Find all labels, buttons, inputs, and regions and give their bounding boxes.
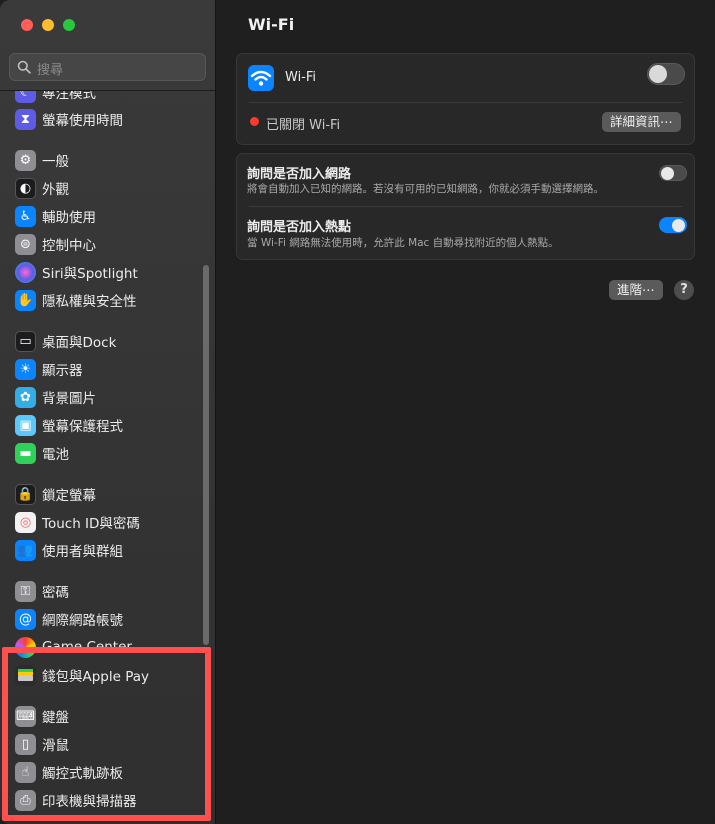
wallpaper-flower-icon: ✿ (15, 386, 36, 408)
users-icon: 👥 (15, 539, 36, 561)
wifi-icon (248, 65, 274, 91)
sidebar-item-control-center[interactable]: ⊜ 控制中心 (15, 232, 96, 256)
wifi-card-separator (249, 102, 682, 103)
hourglass-icon: ⧗ (15, 108, 36, 130)
sidebar-divider (0, 90, 215, 91)
zoom-button[interactable] (63, 19, 75, 31)
window-controls (21, 19, 75, 31)
sidebar-item-screen-time[interactable]: ⧗ 螢幕使用時間 (15, 107, 123, 131)
details-button[interactable]: 詳細資訊⋯ (602, 112, 681, 132)
sidebar-item-mouse[interactable]: ▯ 滑鼠 (15, 732, 69, 756)
ask-join-hotspots-label: 詢問是否加入熱點 (247, 220, 352, 235)
key-icon: ⚿ (15, 580, 36, 602)
ask-join-hotspots-toggle[interactable] (659, 217, 687, 233)
sidebar-item-general[interactable]: ⚙ 一般 (15, 148, 69, 172)
trackpad-icon: ☝ (15, 761, 36, 783)
sidebar-scrollbar[interactable] (203, 265, 209, 645)
help-button[interactable]: ? (674, 280, 694, 300)
advanced-button[interactable]: 進階⋯ (609, 280, 663, 300)
search-input[interactable]: 搜尋 (9, 53, 206, 81)
gear-icon: ⚙ (15, 149, 36, 171)
fingerprint-icon: ◎ (15, 511, 36, 533)
ask-join-hotspots-description: 當 Wi-Fi 網路無法使用時，允許此 Mac 自動尋找附近的個人熱點。 (247, 237, 559, 249)
wifi-card: Wi-Fi 已關閉 Wi-Fi 詳細資訊⋯ (236, 53, 695, 145)
keyboard-icon: ⌨ (15, 705, 36, 727)
join-card-separator (249, 206, 682, 207)
sidebar-item-desktop-dock[interactable]: ▭ 桌面與Dock (15, 329, 116, 353)
siri-icon (15, 261, 36, 283)
sidebar-item-battery[interactable]: ▬ 電池 (15, 441, 69, 465)
ask-join-networks-toggle-knob (661, 167, 674, 180)
sidebar-list: ☾ 專注模式 ⧗ 螢幕使用時間 ⚙ 一般 ◐ 外觀 ♿ 輔助使用 ⊜ 控制中心 (0, 90, 215, 824)
control-center-icon: ⊜ (15, 233, 36, 255)
mouse-icon: ▯ (15, 733, 36, 755)
sidebar: 搜尋 ☾ 專注模式 ⧗ 螢幕使用時間 ⚙ 一般 ◐ 外觀 ♿ 輔助使用 ⊜ 控制… (0, 0, 216, 824)
sidebar-item-game-center[interactable]: Game Center (15, 635, 132, 659)
search-icon (17, 60, 31, 74)
wifi-toggle-knob (649, 65, 667, 83)
wifi-label: Wi-Fi (285, 70, 317, 85)
ask-join-hotspots-toggle-knob (672, 218, 685, 232)
appearance-icon: ◐ (15, 177, 36, 199)
sidebar-item-wallet-apple-pay[interactable]: 錢包與Apple Pay (15, 663, 149, 687)
sidebar-item-focus[interactable]: ☾ 專注模式 (15, 90, 96, 104)
hand-icon: ✋ (15, 289, 36, 311)
focus-moon-icon: ☾ (15, 90, 36, 103)
minimize-button[interactable] (42, 19, 54, 31)
wifi-toggle[interactable] (647, 63, 685, 85)
page-title: Wi-Fi (248, 15, 295, 34)
status-dot-icon (250, 117, 259, 126)
ask-join-networks-label: 詢問是否加入網路 (247, 167, 352, 182)
sidebar-item-trackpad[interactable]: ☝ 觸控式軌跡板 (15, 760, 123, 784)
sidebar-item-internet-accounts[interactable]: @ 網際網路帳號 (15, 607, 123, 631)
battery-icon: ▬ (15, 442, 36, 464)
accessibility-icon: ♿ (15, 205, 36, 227)
sidebar-item-screen-saver[interactable]: ▣ 螢幕保護程式 (15, 413, 123, 437)
sidebar-item-wallpaper[interactable]: ✿ 背景圖片 (15, 385, 96, 409)
sidebar-item-siri-spotlight[interactable]: Siri與Spotlight (15, 260, 138, 284)
screensaver-icon: ▣ (15, 414, 36, 436)
sidebar-item-lock-screen[interactable]: 🔒 鎖定螢幕 (15, 482, 96, 506)
sidebar-item-users-groups[interactable]: 👥 使用者與群組 (15, 538, 123, 562)
settings-window: 搜尋 ☾ 專注模式 ⧗ 螢幕使用時間 ⚙ 一般 ◐ 外觀 ♿ 輔助使用 ⊜ 控制… (0, 0, 715, 824)
display-sun-icon: ☀ (15, 358, 36, 380)
sidebar-item-displays[interactable]: ☀ 顯示器 (15, 357, 83, 381)
sidebar-item-touch-id[interactable]: ◎ Touch ID與密碼 (15, 510, 140, 534)
at-icon: @ (15, 608, 36, 630)
wallet-cards-icon (18, 669, 33, 681)
search-placeholder: 搜尋 (37, 63, 64, 78)
wifi-status-text: 已關閉 Wi-Fi (266, 118, 341, 133)
ask-join-networks-description: 將會自動加入已知的網路。若沒有可用的已知網路，你就必須手動選擇網路。 (247, 183, 604, 195)
close-button[interactable] (21, 19, 33, 31)
main-panel: Wi-Fi Wi-Fi 已關閉 Wi-Fi 詳細資訊⋯ 詢問是否加入網路 將會自… (216, 0, 715, 824)
wallet-icon (15, 664, 36, 686)
lock-icon: 🔒 (15, 483, 36, 505)
join-options-card: 詢問是否加入網路 將會自動加入已知的網路。若沒有可用的已知網路，你就必須手動選擇… (236, 153, 695, 260)
printer-icon: ⎙ (15, 789, 36, 811)
sidebar-item-appearance[interactable]: ◐ 外觀 (15, 176, 69, 200)
sidebar-item-privacy-security[interactable]: ✋ 隱私權與安全性 (15, 288, 137, 312)
game-center-icon (15, 636, 36, 658)
sidebar-item-keyboard[interactable]: ⌨ 鍵盤 (15, 704, 69, 728)
ask-join-networks-toggle[interactable] (659, 165, 687, 181)
sidebar-item-printers-scanners[interactable]: ⎙ 印表機與掃描器 (15, 788, 137, 812)
dock-icon: ▭ (15, 330, 36, 352)
sidebar-item-accessibility[interactable]: ♿ 輔助使用 (15, 204, 96, 228)
sidebar-item-passwords[interactable]: ⚿ 密碼 (15, 579, 69, 603)
